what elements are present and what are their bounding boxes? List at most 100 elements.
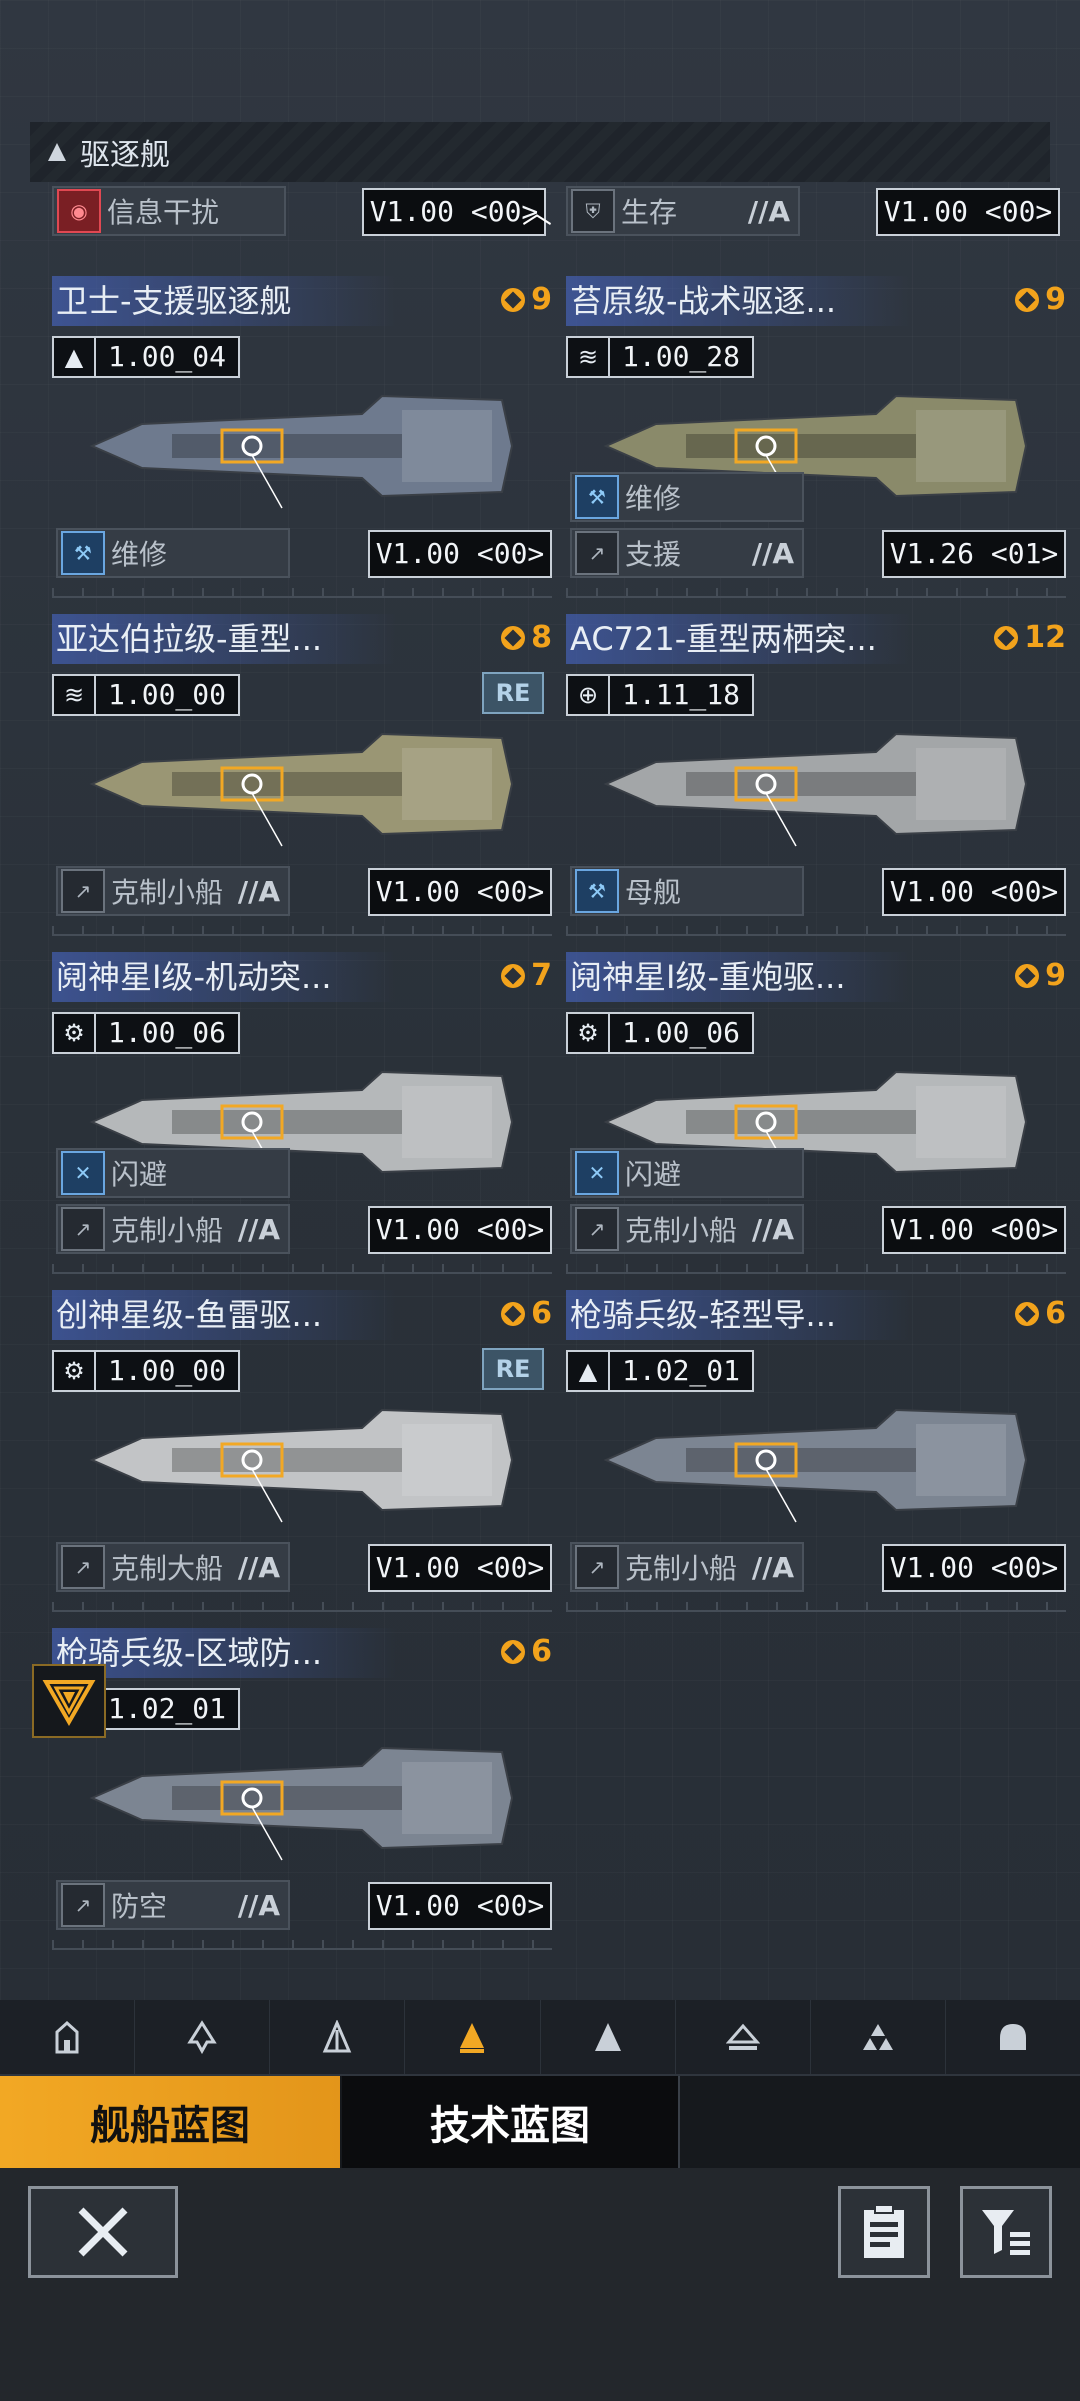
bottom-toolbar xyxy=(0,2168,1080,2401)
role-label: 克制小船 xyxy=(625,1214,738,1247)
ship-class-filter-bar xyxy=(0,2000,1080,2074)
destroyer-icon xyxy=(48,143,66,161)
tag-label: 信息干扰 xyxy=(107,196,220,229)
card-divider xyxy=(52,1938,552,1950)
role-label: 维修 xyxy=(111,538,168,571)
cost-gem-icon xyxy=(501,963,526,988)
close-button[interactable] xyxy=(28,2186,178,2278)
class-frigate-icon[interactable] xyxy=(0,2000,136,2074)
ship-image xyxy=(89,1746,514,1861)
role-icon: ↗ xyxy=(575,1545,619,1589)
cost-gem-icon xyxy=(1015,963,1040,988)
tag-badge: ⛨ 生存 //A xyxy=(566,186,800,236)
tag-badge: ◉ 信息干扰 xyxy=(52,186,286,236)
tab-tech-blueprint[interactable]: 技术蓝图 xyxy=(342,2076,680,2168)
partial-card-left[interactable]: ◉ 信息干扰 V1.00 <00> xyxy=(52,186,552,236)
card-divider xyxy=(566,924,1066,936)
cost-gem-icon xyxy=(1015,287,1040,312)
version-badge: ≋ 1.00_00 xyxy=(52,674,241,716)
version-stat: V1.00 <00> xyxy=(876,188,1060,236)
grade-label: //A xyxy=(751,1550,794,1584)
role-icon: ↗ xyxy=(61,1883,105,1927)
ship-card[interactable]: AC721-重型两栖突... 12 ⊕ 1.11_18 ⚒ 母舰 V1.00 <00> xyxy=(566,614,1066,936)
triangle-badge-icon xyxy=(42,1680,96,1727)
tab-ship-blueprint[interactable]: 舰船蓝图 xyxy=(0,2076,340,2168)
cost-gem-icon xyxy=(501,287,526,312)
cost-gem-icon xyxy=(501,1639,526,1664)
ship-card[interactable]: 阋神星I级-重炮驱... 9 ⚙ 1.00_06 ✕ 闪避 ↗ 克制小船//A V1.00 <… xyxy=(566,952,1066,1274)
category-title: 驱逐舰 xyxy=(80,138,170,173)
grade-label: //A xyxy=(237,1212,280,1246)
cost-badge: 6 xyxy=(501,1634,552,1669)
cost-badge: 8 xyxy=(501,620,552,655)
ship-name: 苔原级-战术驱逐... xyxy=(566,276,910,326)
version-stat: V1.00 <00> xyxy=(368,1206,552,1254)
role-tag: ↗ 克制大船 //A xyxy=(56,1542,290,1592)
version-stat: V1.00 <00> xyxy=(368,868,552,916)
cost-gem-icon xyxy=(1015,1301,1040,1326)
ship-name: 阋神星I级-重炮驱... xyxy=(566,952,910,1002)
role-icon: ↗ xyxy=(61,1545,105,1589)
class-cruiser-icon[interactable] xyxy=(541,2000,676,2074)
ship-class-icon: ⚙ xyxy=(568,1014,610,1052)
class-carrier-icon[interactable] xyxy=(676,2000,811,2074)
re-badge: RE xyxy=(482,672,544,714)
ship-class-icon: ▲ xyxy=(568,1352,610,1390)
cost-value: 9 xyxy=(531,282,552,317)
ship-image xyxy=(603,1408,1028,1523)
class-corvette-icon[interactable] xyxy=(135,2000,271,2074)
cost-value: 6 xyxy=(531,1296,552,1331)
collapse-icon[interactable]: ︿ xyxy=(522,188,552,232)
grade-label: //A xyxy=(237,874,280,908)
ship-class-icon: ▲ xyxy=(54,338,96,376)
ship-card[interactable]: 亚达伯拉级-重型... 8 ≋ 1.00_00 RE ↗ 克制小船 //A V1.00 <00… xyxy=(52,614,552,936)
list-button[interactable] xyxy=(838,2186,930,2278)
ship-card[interactable]: 阋神星I级-机动突... 7 ⚙ 1.00_06 ✕ 闪避 ↗ 克制小船//A V1.00 <… xyxy=(52,952,552,1274)
version-value: 1.11_18 xyxy=(622,678,741,711)
ship-name: 创神星级-鱼雷驱... xyxy=(52,1290,396,1340)
version-value: 1.02_01 xyxy=(622,1354,741,1387)
skill-label: 维修 xyxy=(625,482,682,515)
ship-card[interactable]: 创神星级-鱼雷驱... 6 ⚙ 1.00_00 RE ↗ 克制大船 //A V1.00 <00… xyxy=(52,1290,552,1612)
card-divider xyxy=(52,1262,552,1274)
skill-badge: ⚒ 维修 xyxy=(570,472,804,522)
ship-image xyxy=(603,732,1028,847)
role-tag: ↗ 支援 //A xyxy=(570,528,804,578)
card-divider xyxy=(52,924,552,936)
version-stat: V1.00 <00> xyxy=(368,1882,552,1930)
ship-class-icon: ⚙ xyxy=(54,1014,96,1052)
floating-menu-button[interactable] xyxy=(32,1664,106,1738)
ship-name: 枪骑兵级-轻型导... xyxy=(566,1290,910,1340)
cost-badge: 9 xyxy=(1015,958,1066,993)
filter-button[interactable] xyxy=(960,2186,1052,2278)
ship-card[interactable]: 枪骑兵级-区域防...6▲1.02_01 ↗防空//AV1.00 <00> xyxy=(52,1628,552,1950)
document-list-icon xyxy=(864,2204,904,2258)
grade-label: //A xyxy=(751,536,794,570)
partial-card-right[interactable]: ⛨ 生存 //A V1.00 <00> xyxy=(566,186,1066,236)
close-icon xyxy=(78,2207,128,2257)
card-divider xyxy=(52,586,552,598)
class-destroyer-icon[interactable] xyxy=(405,2000,541,2074)
grade-label: //A xyxy=(747,194,790,228)
ship-image xyxy=(89,732,514,847)
role-label: 克制大船 xyxy=(111,1552,224,1585)
jamming-icon: ◉ xyxy=(57,189,101,233)
ship-card[interactable]: 苔原级-战术驱逐... 9 ≋ 1.00_28 ⚒ 维修 ↗ 支援//A V1.26 <01> xyxy=(566,276,1066,598)
ship-card[interactable]: 枪骑兵级-轻型导... 6 ▲ 1.02_01 ↗ 克制小船 //A V1.00 <00> xyxy=(566,1290,1066,1612)
ship-card[interactable]: 卫士-支援驱逐舰 9 ▲ 1.00_04 ⚒ 维修 V1.00 <00> xyxy=(52,276,552,598)
filter-icon xyxy=(982,2210,1030,2255)
class-capital-icon[interactable] xyxy=(946,2000,1080,2074)
version-value: 1.00_00 xyxy=(108,678,227,711)
class-destroyer-alt-icon[interactable] xyxy=(270,2000,406,2074)
ship-name: 阋神星I级-机动突... xyxy=(52,952,396,1002)
class-battlecruiser-icon[interactable] xyxy=(811,2000,946,2074)
card-divider xyxy=(566,1600,1066,1612)
ship-image xyxy=(89,394,514,509)
card-divider xyxy=(52,1600,552,1612)
version-stat: V1.00 <00> xyxy=(882,1544,1066,1592)
cost-badge: 9 xyxy=(1015,282,1066,317)
repair-icon: ⚒ xyxy=(575,475,619,519)
version-badge: ▲ 1.02_01 xyxy=(566,1350,755,1392)
version-badge: ⚙ 1.00_06 xyxy=(566,1012,755,1054)
cost-value: 7 xyxy=(531,958,552,993)
